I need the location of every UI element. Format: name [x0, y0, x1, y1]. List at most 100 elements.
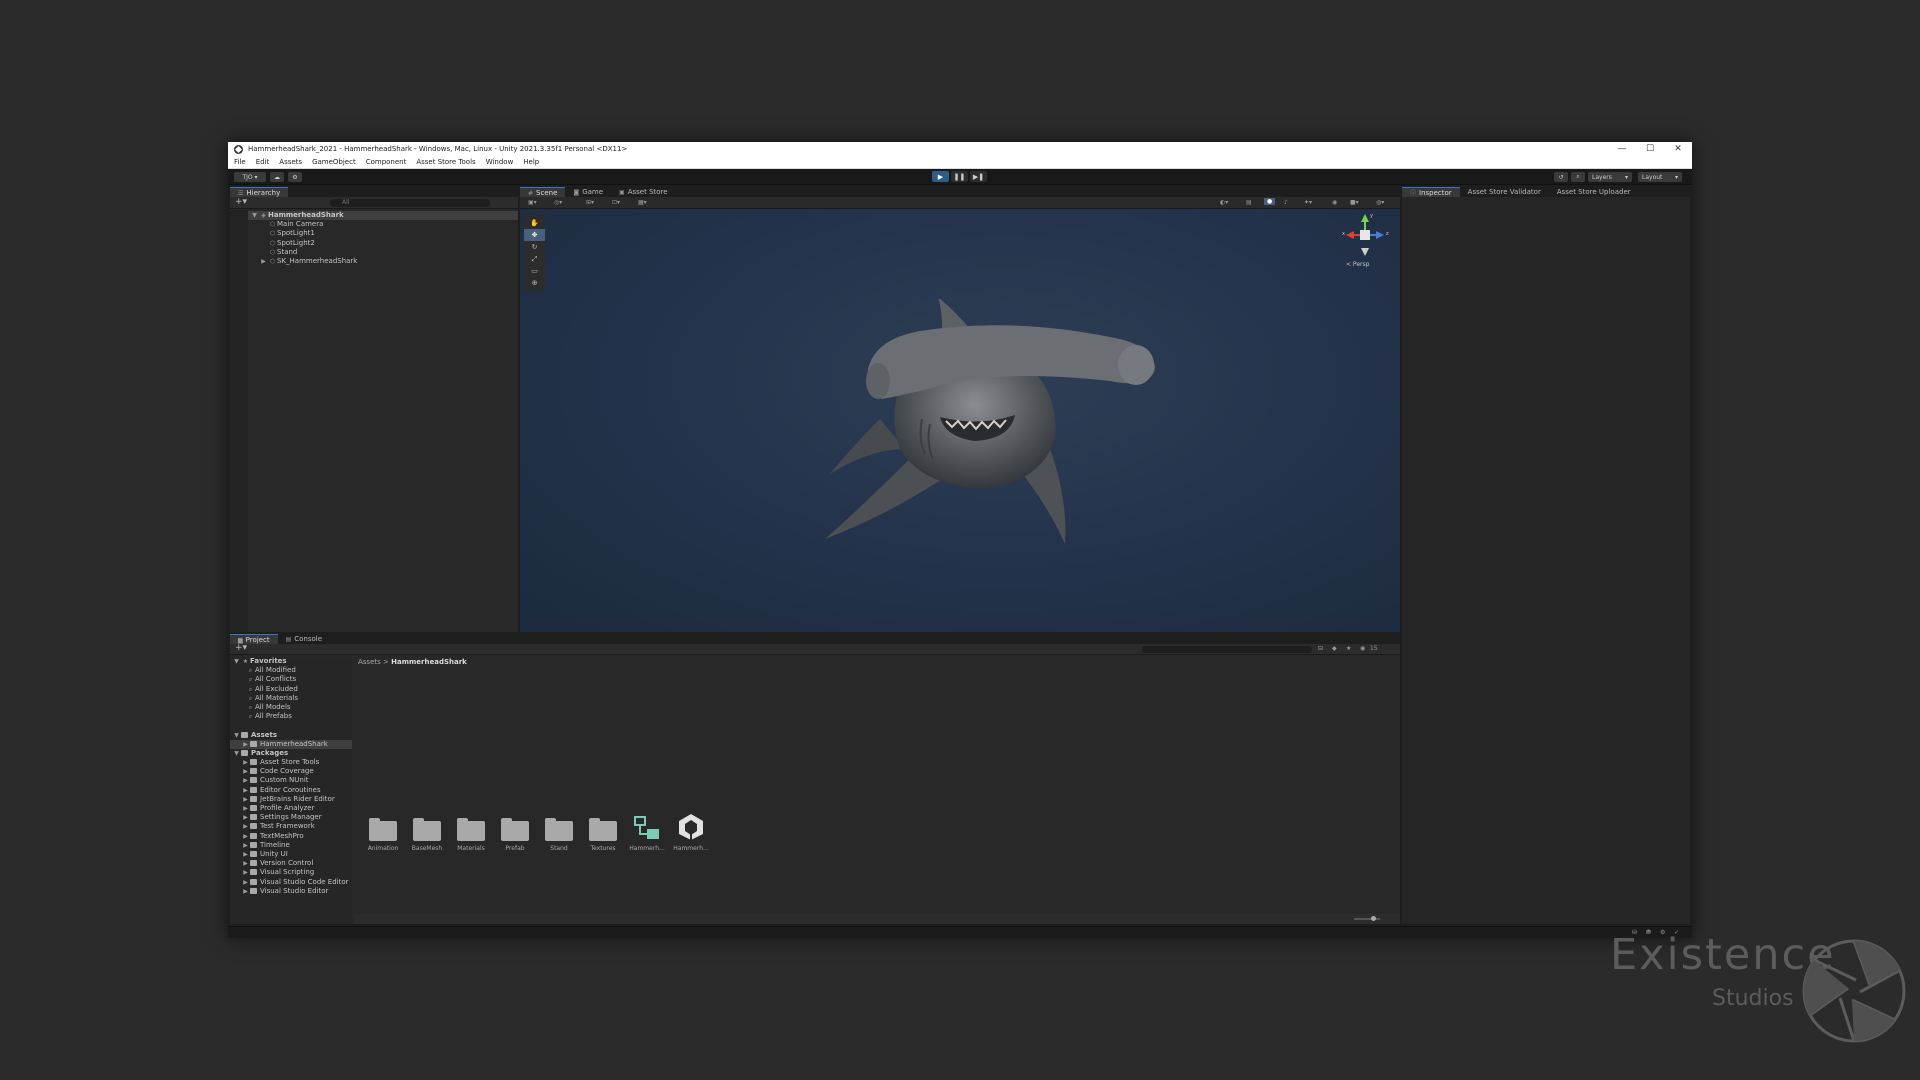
projection-label[interactable]: < Persp	[1346, 261, 1369, 268]
hierarchy-item[interactable]: ⬡ Main Camera	[248, 220, 518, 229]
pause-button[interactable]: ❚❚	[951, 171, 968, 182]
menu-component[interactable]: Component	[366, 158, 407, 166]
tab-scene[interactable]: # Scene	[520, 187, 566, 197]
favorite-item[interactable]: ⌕ All Excluded	[230, 685, 352, 694]
step-button[interactable]: ▶❚	[970, 171, 987, 182]
favorite-item[interactable]: ⌕ All Materials	[230, 694, 352, 703]
zoom-slider-handle[interactable]	[1371, 916, 1376, 921]
gizmos-icon[interactable]: ◍▾	[1376, 199, 1384, 206]
orientation-gizmo[interactable]: y x z < Persp	[1340, 213, 1390, 271]
lighting-toggle-icon[interactable]: ●	[1264, 198, 1276, 205]
package-item[interactable]: ▶ Unity UI	[230, 850, 352, 859]
collab-icon[interactable]: ⚙	[288, 172, 302, 182]
asset-scene[interactable]: Hammerh...	[671, 814, 711, 852]
rotate-tool-icon[interactable]: ↻	[524, 241, 545, 253]
favorite-item[interactable]: ⌕ All Prefabs	[230, 712, 352, 721]
asset-prefab[interactable]: Hammerh...	[627, 815, 667, 852]
breadcrumb-current[interactable]: HammerheadShark	[391, 658, 467, 666]
asset-folder[interactable]: Textures	[583, 815, 623, 852]
menu-edit[interactable]: Edit	[256, 158, 270, 166]
cloud-icon[interactable]: ☁	[270, 172, 284, 182]
hierarchy-scene-row[interactable]: ▼ ◈ HammerheadShark	[248, 211, 518, 221]
snap-icon[interactable]: ⊡▾	[612, 199, 620, 206]
package-item[interactable]: ▶ Visual Studio Editor	[230, 887, 352, 896]
package-item[interactable]: ▶ Visual Scripting	[230, 868, 352, 877]
search-icon[interactable]: ⌕	[1571, 172, 1585, 182]
package-item[interactable]: ▶ Test Framework	[230, 822, 352, 831]
menu-gameobject[interactable]: GameObject	[312, 158, 356, 166]
scale-tool-icon[interactable]: ⤢	[524, 253, 545, 265]
assets-row[interactable]: ▼ Assets	[230, 731, 352, 740]
zoom-slider[interactable]	[1354, 918, 1380, 920]
camera-icon[interactable]: ■▾	[1350, 199, 1359, 206]
hidden-packages-icon[interactable]: ◉	[1360, 645, 1365, 652]
hierarchy-item[interactable]: ▶ ⬡ SK_HammerheadShark	[248, 257, 518, 266]
menu-window[interactable]: Window	[486, 158, 514, 166]
package-item[interactable]: ▶ Asset Store Tools	[230, 758, 352, 767]
hierarchy-item[interactable]: ⬡ SpotLight1	[248, 229, 518, 238]
effects-icon[interactable]: ✦▾	[1304, 199, 1312, 206]
draw-mode-icon[interactable]: ▣▾	[528, 199, 537, 206]
layers-dropdown[interactable]: Layers ▾	[1588, 172, 1632, 182]
package-item[interactable]: ▶ Code Coverage	[230, 767, 352, 776]
package-item[interactable]: ▶ Visual Studio Code Editor	[230, 878, 352, 887]
history-icon[interactable]: ↺	[1554, 172, 1568, 182]
package-item[interactable]: ▶ Version Control	[230, 859, 352, 868]
menu-asset-store-tools[interactable]: Asset Store Tools	[416, 158, 475, 166]
play-button[interactable]: ▶	[932, 171, 949, 182]
tab-asset-store[interactable]: ▣ Asset Store	[611, 187, 676, 197]
audio-icon[interactable]: ♪	[1284, 199, 1288, 206]
project-search-input[interactable]	[1142, 646, 1312, 653]
move-tool-icon[interactable]: ✥	[524, 229, 545, 241]
transform-tool-icon[interactable]: ⊕	[524, 277, 545, 289]
asset-folder[interactable]: Stand	[539, 815, 579, 852]
tab-asset-store-uploader[interactable]: Asset Store Uploader	[1549, 187, 1639, 197]
hand-tool-icon[interactable]: ✋	[524, 217, 545, 229]
menu-file[interactable]: File	[234, 158, 246, 166]
tab-inspector[interactable]: ⓘ Inspector	[1402, 187, 1460, 197]
package-item[interactable]: ▶ Profile Analyzer	[230, 804, 352, 813]
menu-help[interactable]: Help	[523, 158, 539, 166]
package-item[interactable]: ▶ Settings Manager	[230, 813, 352, 822]
maximize-button[interactable]: ☐	[1636, 142, 1664, 156]
packages-row[interactable]: ▼ Packages	[230, 749, 352, 758]
package-item[interactable]: ▶ Custom NUnit	[230, 776, 352, 785]
account-dropdown[interactable]: TJO ▾	[234, 172, 266, 182]
tab-hierarchy[interactable]: ☰ Hierarchy	[230, 187, 289, 197]
scene-viewport[interactable]: ✋ ✥ ↻ ⤢ ▭ ⊕ y x z < Persp	[520, 209, 1400, 632]
favorite-item[interactable]: ⌕ All Models	[230, 703, 352, 712]
filter-type-icon[interactable]: ⊟	[1318, 645, 1323, 652]
rect-tool-icon[interactable]: ▭	[524, 265, 545, 277]
add-icon[interactable]: +▾	[235, 643, 247, 653]
asset-folder[interactable]: Prefab	[495, 815, 535, 852]
favorite-item[interactable]: ⌕ All Conflicts	[230, 675, 352, 684]
tree-folder-hammerheadshark[interactable]: ▶ HammerheadShark	[230, 739, 352, 749]
hierarchy-search-input[interactable]: All	[330, 199, 490, 207]
asset-folder[interactable]: BaseMesh	[407, 815, 447, 852]
hierarchy-item[interactable]: ⬡ SpotLight2	[248, 239, 518, 248]
close-button[interactable]: ✕	[1664, 142, 1692, 156]
favorites-row[interactable]: ▼ ★ Favorites	[230, 657, 352, 666]
global-icon[interactable]: ⊞▾	[586, 199, 594, 206]
layout-dropdown[interactable]: Layout ▾	[1638, 172, 1682, 182]
2d-toggle-icon[interactable]: ▤	[1246, 199, 1252, 206]
pivot-icon[interactable]: ◎▾	[554, 199, 562, 206]
menu-assets[interactable]: Assets	[279, 158, 302, 166]
package-item[interactable]: ▶ Timeline	[230, 841, 352, 850]
asset-folder[interactable]: Materials	[451, 815, 491, 852]
package-item[interactable]: ▶ Editor Coroutines	[230, 786, 352, 795]
hammerhead-shark-model[interactable]	[810, 299, 1170, 559]
grid-snap-icon[interactable]: ▦▾	[638, 199, 647, 206]
hidden-objects-icon[interactable]: ◉	[1332, 199, 1337, 206]
tab-asset-store-validator[interactable]: Asset Store Validator	[1460, 187, 1549, 197]
package-item[interactable]: ▶ JetBrains Rider Editor	[230, 795, 352, 804]
package-item[interactable]: ▶ TextMeshPro	[230, 832, 352, 841]
breadcrumb-assets[interactable]: Assets	[358, 658, 381, 666]
tab-game[interactable]: ◙ Game	[565, 187, 611, 197]
favorite-icon[interactable]: ★	[1346, 645, 1351, 652]
hierarchy-item[interactable]: ⬡ Stand	[248, 248, 518, 257]
add-icon[interactable]: +▾	[235, 197, 247, 207]
filter-label-icon[interactable]: ◆	[1332, 645, 1337, 652]
tab-console[interactable]: ▤ Console	[278, 634, 330, 644]
minimize-button[interactable]: —	[1608, 142, 1636, 156]
